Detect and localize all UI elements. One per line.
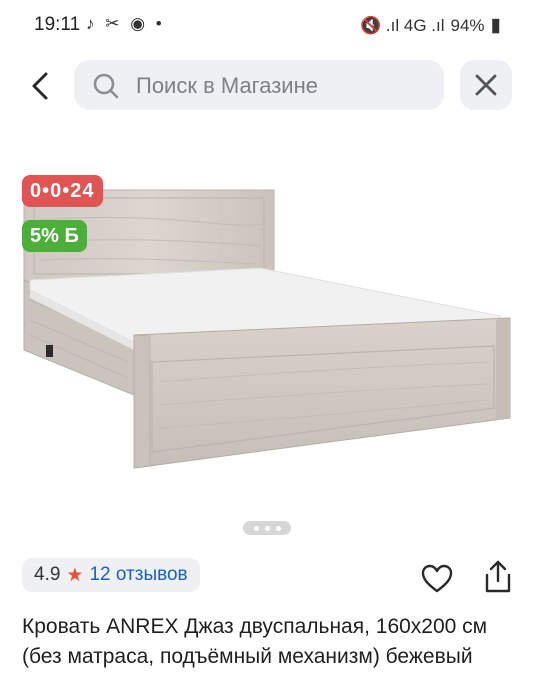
timer-badge: 0•0•24 [22, 175, 103, 207]
status-bar: 19:11 ♪ ✂ ◉ • 🔇 .ıl 4G .ıl 94% ▮ [0, 0, 535, 52]
share-icon [485, 560, 511, 593]
battery-icon: ▮ [490, 15, 501, 36]
gallery-dot[interactable] [275, 525, 281, 531]
favorite-button[interactable] [420, 563, 454, 595]
gallery-dot[interactable] [264, 525, 270, 531]
discount-badge: 5% Б [22, 220, 87, 252]
battery-level: 94% [450, 15, 485, 35]
star-icon: ★ [66, 564, 84, 586]
product-title: Кровать ANREX Джаз двуспальная, 160х200 … [22, 615, 488, 668]
rating-value: 4.9 [34, 564, 61, 585]
notification-icons: ♪ ✂ ◉ • [86, 14, 165, 33]
reviews-link[interactable]: 12 отзывов [89, 564, 187, 586]
system-icons: 🔇 .ıl 4G .ıl 94% ▮ [360, 14, 501, 37]
close-button[interactable] [460, 60, 512, 110]
back-button[interactable] [26, 66, 58, 106]
signal-icons: 🔇 .ıl 4G .ıl [360, 15, 445, 35]
search-input[interactable] [134, 71, 428, 101]
search-icon [93, 73, 119, 99]
status-time: 19:11 [34, 14, 81, 35]
chevron-left-icon [32, 72, 48, 100]
gallery-pagination[interactable] [243, 521, 291, 535]
search-header [0, 58, 535, 114]
share-button[interactable] [481, 559, 515, 595]
rating-chip[interactable]: 4.9 ★ 12 отзывов [22, 558, 200, 592]
gallery-dot[interactable] [253, 525, 259, 531]
search-box[interactable] [74, 60, 444, 110]
heart-icon [421, 564, 453, 593]
close-icon [475, 74, 497, 96]
